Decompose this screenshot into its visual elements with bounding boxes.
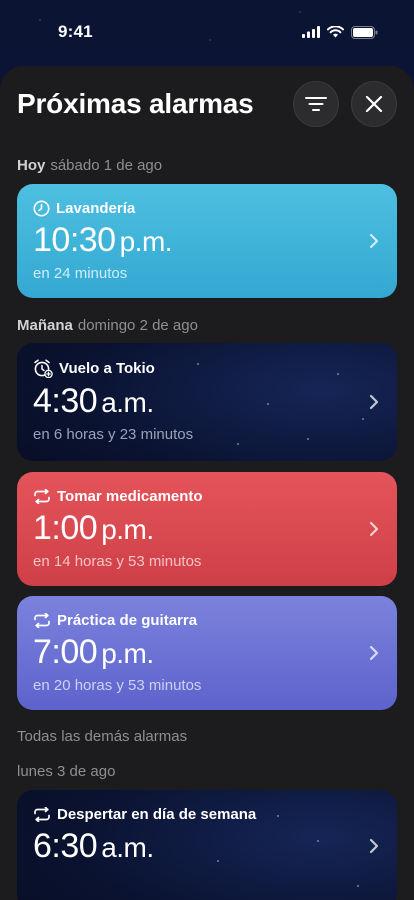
repeat-icon [34,613,50,628]
alarm-time-ampm: p.m. [101,514,154,545]
alarm-name-row: Tomar medicamento [33,488,381,505]
chevron-right-icon [369,233,379,249]
alarm-time: 6:30 a.m. [33,829,381,863]
alarm-time: 1:00 p.m. [33,511,381,545]
battery-icon [351,25,378,39]
alarm-name: Vuelo a Tokio [59,360,155,377]
sheet-header: Próximas alarmas [17,81,397,127]
section-tomorrow-label: Mañana [17,317,73,334]
upcoming-alarms-sheet: Próximas alarmas Hoy sábado 1 de ago Lav… [0,66,414,900]
section-tomorrow: Mañana domingo 2 de ago [17,317,198,334]
alarm-time-ampm: p.m. [101,638,154,669]
section-others: Todas las demás alarmas [17,728,187,745]
alarm-time-ampm: a.m. [101,387,154,418]
filter-button[interactable] [293,81,339,127]
section-others-label: Todas las demás alarmas [17,728,188,745]
alarm-time: 10:30 p.m. [33,223,381,257]
repeat-icon [34,807,50,822]
alarm-name-row: Práctica de guitarra [33,612,381,629]
alarm-relative-time: en 14 horas y 53 minutos [33,553,202,570]
section-monday-label: lunes 3 de ago [17,763,116,780]
section-today: Hoy sábado 1 de ago [17,157,162,174]
alarm-card-guitar[interactable]: Práctica de guitarra 7:00 p.m. en 20 hora… [17,596,397,710]
alarm-card-flight[interactable]: Vuelo a Tokio 4:30 a.m. en 6 horas y 23 m… [17,343,397,461]
filter-icon [305,97,327,111]
section-monday: lunes 3 de ago [17,763,115,780]
alarm-time-ampm: p.m. [119,226,173,257]
alarm-time-value: 10:30 [33,221,116,259]
alarm-name: Despertar en día de semana [57,806,257,823]
alarm-time-ampm: a.m. [101,832,154,863]
alarm-clock-add-icon [34,359,53,378]
alarm-time-value: 6:30 [33,827,98,865]
alarm-relative-time: en 6 horas y 23 minutos [33,426,194,443]
alarm-card-medication[interactable]: Tomar medicamento 1:00 p.m. en 14 horas y… [17,472,397,586]
close-icon [365,95,383,113]
header-buttons [293,81,397,127]
clock-icon [33,200,50,217]
alarm-card-laundry[interactable]: Lavandería 10:30 p.m. en 24 minutos [17,184,397,298]
repeat-icon [34,489,50,504]
alarm-time-value: 7:00 [33,633,98,671]
close-button[interactable] [351,81,397,127]
status-time: 9:41 [58,22,93,41]
alarm-name-row: Vuelo a Tokio [33,359,381,378]
status-icons [302,25,378,39]
alarm-relative-time: en 24 minutos [33,265,128,282]
wifi-icon [327,26,344,38]
chevron-right-icon [369,838,379,854]
alarm-name: Lavandería [56,200,136,217]
alarm-card-wake-weekday[interactable]: Despertar en día de semana 6:30 a.m. [17,790,397,900]
section-today-label: Hoy [17,157,46,174]
status-bar: 9:41 [0,0,414,64]
chevron-right-icon [369,645,379,661]
chevron-right-icon [369,394,379,410]
alarm-time: 4:30 a.m. [33,384,381,418]
alarm-time-value: 1:00 [33,509,98,547]
cellular-signal-icon [302,26,320,38]
section-today-date: sábado 1 de ago [50,157,163,174]
alarm-time-value: 4:30 [33,382,98,420]
alarm-name-row: Lavandería [33,200,381,217]
page-title: Próximas alarmas [17,88,254,119]
chevron-right-icon [369,521,379,537]
alarm-relative-time: en 20 horas y 53 minutos [33,677,202,694]
section-tomorrow-date: domingo 2 de ago [77,317,198,334]
alarm-name: Práctica de guitarra [57,612,198,629]
alarm-name: Tomar medicamento [57,488,203,505]
alarm-name-row: Despertar en día de semana [33,806,381,823]
alarm-time: 7:00 p.m. [33,635,381,669]
